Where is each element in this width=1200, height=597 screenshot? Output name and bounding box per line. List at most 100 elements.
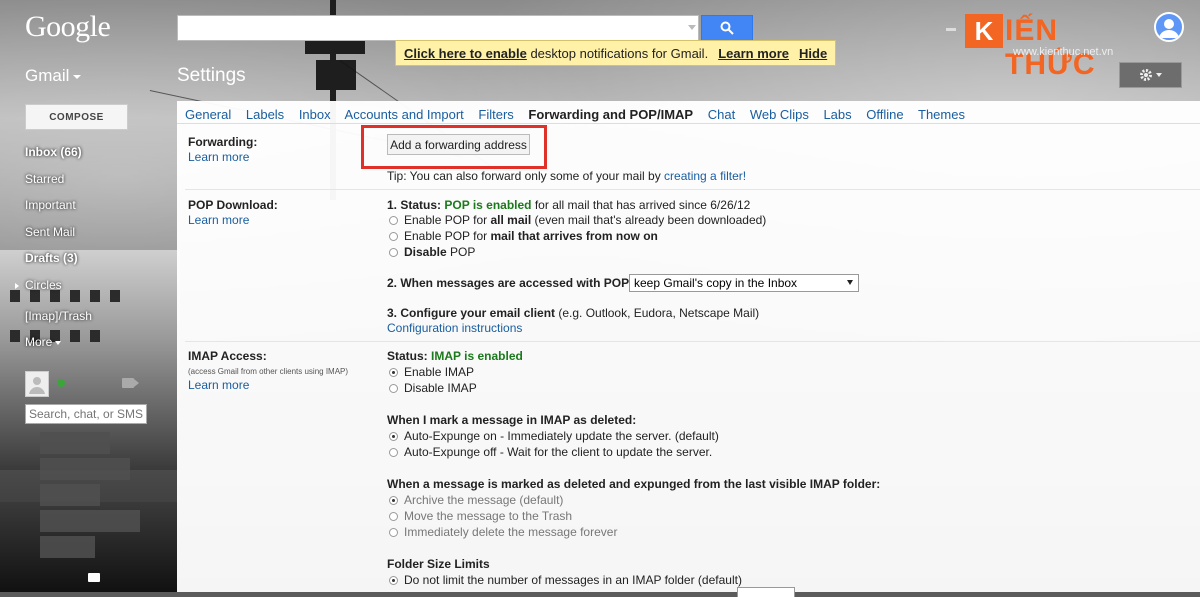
option-text: Do not limit the number of messages in a… [404, 573, 742, 587]
archive-message-option[interactable]: Archive the message (default) [389, 493, 563, 507]
imap-enable-option[interactable]: Enable IMAP [389, 365, 474, 379]
auto-expunge-on-option[interactable]: Auto-Expunge on - Immediately update the… [389, 429, 719, 443]
pop-status-prefix: 1. Status: [387, 198, 445, 212]
configuration-instructions-link[interactable]: Configuration instructions [387, 321, 522, 335]
notification-hide-link[interactable]: Hide [799, 46, 827, 61]
heading-text: When I mark a message in IMAP as deleted… [387, 413, 637, 427]
settings-gear-button[interactable] [1119, 62, 1182, 88]
expand-arrow-icon[interactable] [15, 282, 19, 289]
pop-option-disable[interactable]: Disable POP [389, 245, 475, 259]
compose-button[interactable]: COMPOSE [25, 104, 128, 130]
sidebar-item-sent[interactable]: Sent Mail [25, 222, 175, 249]
imap-learn-more-link[interactable]: Learn more [188, 378, 249, 392]
chat-status-icon[interactable] [57, 379, 65, 387]
sidebar-item-important[interactable]: Important [25, 195, 175, 222]
user-icon [1159, 19, 1179, 38]
option-text: Enable IMAP [404, 365, 475, 379]
radio-button-checked[interactable] [389, 495, 398, 505]
section-divider [185, 189, 1200, 190]
forwarding-tip: Tip: You can also forward only some of y… [387, 169, 746, 183]
pop-configure: 3. Configure your email client (e.g. Out… [387, 306, 759, 320]
sidebar-item-circles[interactable]: Circles [15, 275, 175, 302]
tab-chat[interactable]: Chat [708, 107, 735, 122]
watermark-logo: K IẾN THỨC www.kienthuc.net.vn [965, 12, 1145, 81]
option-text: POP [446, 245, 476, 259]
auto-expunge-off-option[interactable]: Auto-Expunge off - Wait for the client t… [389, 445, 712, 459]
tab-accounts-and-import[interactable]: Accounts and Import [345, 107, 464, 122]
chat-bubble-icon[interactable] [88, 573, 100, 582]
gmail-menu[interactable]: Gmail [25, 66, 82, 86]
limit-select-partial[interactable] [737, 587, 795, 597]
tip-text: Tip: You can also forward only some of y… [387, 169, 665, 183]
configure-label: 3. Configure your email client [387, 306, 556, 320]
pop-accessed-select[interactable]: keep Gmail's copy in the Inbox [629, 274, 859, 292]
watermark-letter: K [965, 14, 1003, 48]
contact-list-blur[interactable] [40, 484, 100, 506]
pop-learn-more-link[interactable]: Learn more [188, 213, 249, 227]
radio-button[interactable] [389, 247, 398, 257]
pop-status-value: POP is enabled [444, 198, 532, 212]
select-value: keep Gmail's copy in the Inbox [634, 276, 798, 290]
forwarding-learn-more-link[interactable]: Learn more [188, 150, 249, 164]
google-logo[interactable]: Google [25, 10, 111, 44]
move-to-trash-option[interactable]: Move the message to the Trash [389, 509, 572, 523]
mast-decor [305, 40, 365, 54]
tab-web-clips[interactable]: Web Clips [750, 107, 809, 122]
option-text-bold: mail that arrives from now on [490, 229, 658, 243]
accessed-label-text: 2. When messages are accessed with POP [387, 276, 630, 290]
sidebar-item-starred[interactable]: Starred [25, 169, 175, 196]
contact-list-blur[interactable] [40, 536, 95, 558]
folder-size-heading: Folder Size Limits [387, 557, 490, 571]
delete-forever-option[interactable]: Immediately delete the message forever [389, 525, 617, 539]
contact-list-blur[interactable] [40, 458, 130, 480]
tab-inbox[interactable]: Inbox [299, 107, 331, 122]
imap-disable-option[interactable]: Disable IMAP [389, 381, 477, 395]
tab-offline[interactable]: Offline [866, 107, 903, 122]
no-limit-option[interactable]: Do not limit the number of messages in a… [389, 573, 742, 587]
radio-button[interactable] [389, 527, 398, 537]
contact-list-blur[interactable] [40, 432, 110, 454]
sidebar-item-more[interactable]: More [25, 332, 175, 359]
pop-option-all-mail[interactable]: Enable POP for all mail (even mail that'… [389, 213, 766, 227]
chevron-down-icon [73, 74, 82, 79]
heading-text: When a message is marked as deleted and … [387, 477, 881, 491]
sidebar-item-inbox[interactable]: Inbox (66) [25, 142, 175, 169]
gear-icon [1139, 69, 1162, 81]
search-button[interactable] [701, 15, 753, 41]
pop-option-from-now[interactable]: Enable POP for mail that arrives from no… [389, 229, 658, 243]
radio-button-checked[interactable] [389, 575, 398, 585]
radio-button[interactable] [389, 511, 398, 521]
tab-general[interactable]: General [185, 107, 231, 122]
create-filter-link[interactable]: creating a filter! [664, 169, 746, 183]
chat-search-input[interactable] [25, 404, 147, 424]
tab-filters[interactable]: Filters [478, 107, 513, 122]
chat-avatar[interactable] [25, 371, 49, 397]
apps-icon[interactable] [946, 28, 956, 31]
radio-button[interactable] [389, 383, 398, 393]
imap-status-prefix: Status: [387, 349, 432, 363]
video-call-icon[interactable] [122, 378, 134, 388]
sidebar-item-drafts[interactable]: Drafts (3) [25, 248, 175, 275]
search-options-chevron-icon[interactable] [688, 25, 696, 30]
enable-notifications-link[interactable]: Click here to enable [404, 46, 527, 61]
radio-button[interactable] [389, 447, 398, 457]
tab-labs[interactable]: Labs [823, 107, 851, 122]
sidebar-item-imap-trash[interactable]: [Imap]/Trash [25, 306, 175, 333]
configure-suffix: (e.g. Outlook, Eudora, Netscape Mail) [555, 306, 760, 320]
imap-subtext: (access Gmail from other clients using I… [188, 367, 349, 376]
tab-themes[interactable]: Themes [918, 107, 965, 122]
pop-download-label: POP Download: [188, 198, 278, 212]
watermark-url: www.kienthuc.net.vn [1013, 46, 1114, 58]
contact-list-blur[interactable] [40, 510, 140, 532]
radio-button[interactable] [389, 231, 398, 241]
account-avatar[interactable] [1154, 12, 1184, 42]
notification-learn-more-link[interactable]: Learn more [718, 46, 789, 61]
tab-forwarding-pop-imap[interactable]: Forwarding and POP/IMAP [528, 107, 693, 122]
section-divider [185, 341, 1200, 342]
search-input[interactable] [177, 15, 699, 41]
tab-labels[interactable]: Labels [246, 107, 284, 122]
radio-button[interactable] [389, 215, 398, 225]
radio-button-checked[interactable] [389, 367, 398, 377]
page-title: Settings [177, 65, 246, 86]
radio-button-checked[interactable] [389, 431, 398, 441]
